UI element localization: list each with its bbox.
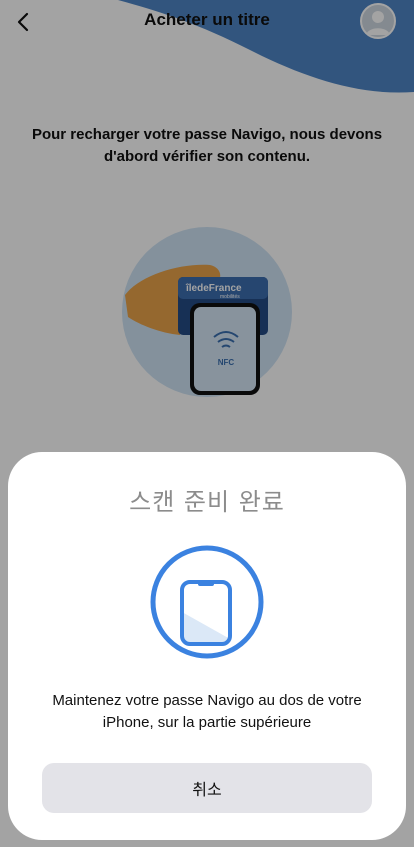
nfc-scan-sheet: 스캔 준비 완료 Maintenez votre passe Navigo au… — [8, 452, 406, 840]
scan-instruction-text: Maintenez votre passe Navigo au dos de v… — [52, 692, 362, 731]
app-screen: Acheter un titre Pour recharger votre pa… — [0, 0, 414, 847]
phone-scan-icon — [150, 545, 264, 659]
cancel-button[interactable]: 취소 — [42, 763, 372, 813]
scan-sheet-title: 스캔 준비 완료 — [129, 488, 285, 516]
